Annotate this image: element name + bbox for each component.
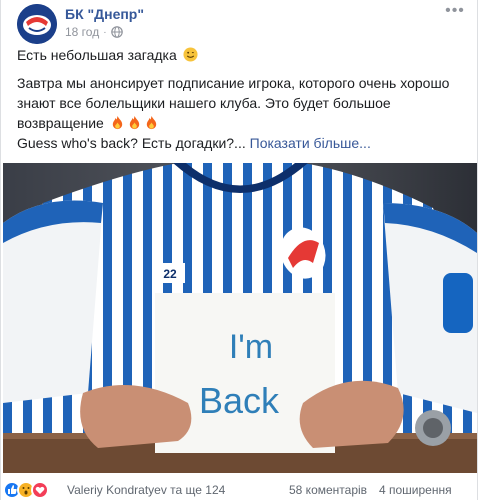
post-footer: Valeriy Kondratyev та ще 124 58 коментар… [1,479,478,500]
post-meta: 18 год · [65,25,123,39]
post-text-line-3: Guess who's back? Есть догадки?... Показ… [17,133,463,153]
see-more-link[interactable]: Показати більше... [250,135,371,151]
jersey-number: 22 [163,267,177,281]
fire-emoji-icon [146,115,156,130]
love-reaction-icon [31,481,49,499]
post-timestamp[interactable]: 18 год [65,25,99,39]
post-card: БК "Днепр" 18 год · ••• Есть небольшая з… [0,0,478,500]
smile-emoji-icon [183,47,198,62]
fire-emoji-icon [129,115,139,130]
post-text-intro: Есть небольшая загадка [17,47,177,63]
post-text-question: Guess who's back? Есть догадки?... [17,135,246,151]
reactions-summary[interactable] [3,481,61,499]
sign-text-im: I'm [229,328,273,366]
player-photo-illustration: 22 I'm Back [3,163,477,473]
post-text-announcement: Завтра мы анонсирует подписание игрока, … [17,75,450,131]
post-text-body: Завтра мы анонсирует подписание игрока, … [17,73,463,133]
post-photo[interactable]: 22 I'm Back [3,163,477,473]
reactors-text[interactable]: Valeriy Kondratyev та ще 124 [67,483,225,497]
comments-count[interactable]: 58 коментарів [289,483,367,497]
shares-count[interactable]: 4 поширення [379,483,452,497]
globe-icon [110,26,123,38]
more-options-icon[interactable]: ••• [443,3,467,22]
club-logo-icon [17,4,57,44]
fire-emoji-icon [112,115,122,130]
meta-separator: · [103,26,107,38]
sign-text-back: Back [199,380,280,421]
post-header: БК "Днепр" 18 год · ••• [17,3,467,44]
page-name-link[interactable]: БК "Днепр" [65,6,144,22]
page-avatar[interactable] [17,4,57,44]
post-text-line-1: Есть небольшая загадка [17,45,463,65]
